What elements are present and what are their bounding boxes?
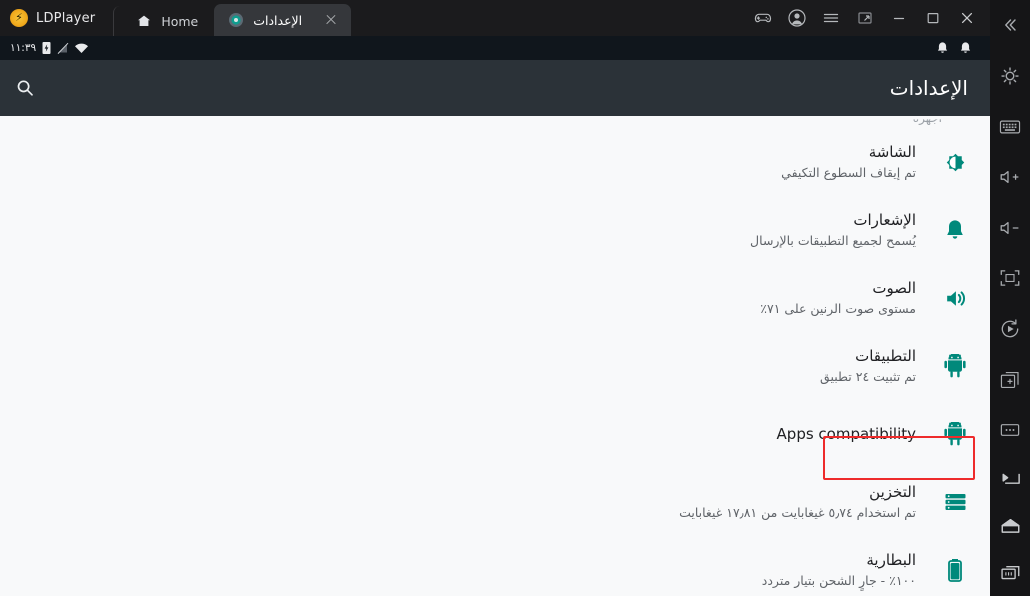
settings-list[interactable]: أجهزة الشاشة تم إيقاف السطوع التكيفي الإ… bbox=[0, 116, 990, 596]
collapse-icon[interactable] bbox=[990, 0, 1030, 51]
bell-icon bbox=[959, 41, 972, 55]
settings-row-battery[interactable]: البطارية ١٠٠٪ - جارٍ الشحن بتيار متردد bbox=[0, 536, 990, 596]
settings-row-apps-compatibility[interactable]: Apps compatibility bbox=[0, 400, 990, 468]
settings-row-title: الشاشة bbox=[868, 143, 916, 161]
settings-row-subtitle: تم تثبيت ٢٤ تطبيق bbox=[820, 369, 916, 384]
window-controls bbox=[746, 0, 990, 36]
settings-row-texts: البطارية ١٠٠٪ - جارٍ الشحن بتيار متردد bbox=[22, 550, 916, 590]
account-icon[interactable] bbox=[780, 0, 814, 36]
multi-window-icon[interactable] bbox=[848, 0, 882, 36]
ldplayer-logo-icon bbox=[10, 9, 28, 27]
brand: LDPlayer bbox=[0, 0, 109, 36]
settings-row-title: Apps compatibility bbox=[776, 425, 916, 443]
home-icon bbox=[136, 13, 152, 29]
settings-row-notifications[interactable]: الإشعارات يُسمح لجميع التطبيقات بالإرسال bbox=[0, 196, 990, 264]
settings-app-header: الإعدادات bbox=[0, 60, 990, 116]
settings-row-subtitle: ١٠٠٪ - جارٍ الشحن بتيار متردد bbox=[761, 573, 916, 588]
fullscreen-icon[interactable] bbox=[990, 253, 1030, 304]
settings-row-title: الإشعارات bbox=[853, 211, 916, 229]
cut-off-label: أجهزة bbox=[912, 116, 942, 125]
settings-gear-icon bbox=[228, 12, 244, 28]
brightness-icon bbox=[942, 149, 968, 175]
status-time: ١١:٣٩ bbox=[10, 42, 37, 54]
brand-name: LDPlayer bbox=[36, 10, 96, 26]
battery-charging-icon bbox=[41, 41, 52, 55]
settings-row-texts: التخزين تم استخدام ٥٫٧٤ غيغابايت من ١٧٫٨… bbox=[22, 482, 916, 522]
tab-home[interactable]: Home bbox=[113, 6, 210, 36]
home-icon[interactable] bbox=[990, 502, 1030, 549]
volume-icon bbox=[942, 285, 968, 311]
close-icon[interactable] bbox=[950, 0, 984, 36]
recents-icon[interactable] bbox=[990, 549, 1030, 596]
tab-strip: Home الإعدادات bbox=[109, 0, 352, 36]
settings-row-texts: الصوت مستوى صوت الرنين على ٧١٪ bbox=[22, 278, 916, 318]
volume-down-icon[interactable] bbox=[990, 202, 1030, 253]
maximize-icon[interactable] bbox=[916, 0, 950, 36]
more-icon[interactable] bbox=[990, 405, 1030, 456]
rotate-icon[interactable] bbox=[990, 304, 1030, 355]
settings-row-title: البطارية bbox=[866, 551, 916, 569]
menu-icon[interactable] bbox=[814, 0, 848, 36]
volume-up-icon[interactable] bbox=[990, 152, 1030, 203]
settings-row-subtitle: تم إيقاف السطوع التكيفي bbox=[781, 165, 916, 180]
settings-row-texts: الإشعارات يُسمح لجميع التطبيقات بالإرسال bbox=[22, 210, 916, 250]
battery-icon bbox=[942, 557, 968, 583]
android-icon bbox=[942, 421, 968, 447]
back-icon[interactable] bbox=[990, 455, 1030, 502]
wifi-icon bbox=[74, 41, 89, 55]
settings-row-subtitle: يُسمح لجميع التطبيقات بالإرسال bbox=[750, 233, 916, 248]
android-icon bbox=[942, 353, 968, 379]
settings-row-subtitle: مستوى صوت الرنين على ٧١٪ bbox=[760, 301, 916, 316]
minimize-icon[interactable] bbox=[882, 0, 916, 36]
settings-row-storage[interactable]: التخزين تم استخدام ٥٫٧٤ غيغابايت من ١٧٫٨… bbox=[0, 468, 990, 536]
settings-row-texts: Apps compatibility bbox=[22, 424, 916, 444]
tab-settings[interactable]: الإعدادات bbox=[214, 4, 352, 36]
tab-settings-label: الإعدادات bbox=[253, 12, 303, 28]
settings-row-title: التطبيقات bbox=[855, 347, 916, 365]
bell-icon bbox=[936, 41, 949, 55]
android-screen: ١١:٣٩ الإعدادات أجهزة الشاشة تم إيقاف ال… bbox=[0, 36, 990, 596]
search-icon[interactable] bbox=[14, 77, 36, 99]
settings-row-display[interactable]: الشاشة تم إيقاف السطوع التكيفي bbox=[0, 128, 990, 196]
settings-row-texts: الشاشة تم إيقاف السطوع التكيفي bbox=[22, 142, 916, 182]
status-right bbox=[936, 41, 980, 55]
settings-row-apps[interactable]: التطبيقات تم تثبيت ٢٤ تطبيق bbox=[0, 332, 990, 400]
settings-row-subtitle: تم استخدام ٥٫٧٤ غيغابايت من ١٧٫٨١ غيغابا… bbox=[679, 505, 916, 520]
status-left: ١١:٣٩ bbox=[10, 41, 89, 55]
settings-row-title: الصوت bbox=[872, 279, 916, 297]
settings-row-sound[interactable]: الصوت مستوى صوت الرنين على ٧١٪ bbox=[0, 264, 990, 332]
gear-icon[interactable] bbox=[990, 51, 1030, 102]
gamepad-icon[interactable] bbox=[746, 0, 780, 36]
android-status-bar: ١١:٣٩ bbox=[0, 36, 990, 60]
cut-off-row: أجهزة bbox=[0, 116, 990, 128]
keyboard-icon[interactable] bbox=[990, 101, 1030, 152]
signal-off-icon bbox=[57, 41, 69, 55]
settings-row-title: التخزين bbox=[869, 483, 916, 501]
bell-icon bbox=[942, 217, 968, 243]
close-icon[interactable] bbox=[323, 12, 339, 28]
settings-row-texts: التطبيقات تم تثبيت ٢٤ تطبيق bbox=[22, 346, 916, 386]
storage-icon bbox=[942, 489, 968, 515]
title-bar: LDPlayer Home الإعدادات bbox=[0, 0, 990, 36]
tab-home-label: Home bbox=[161, 13, 199, 29]
page-title: الإعدادات bbox=[889, 76, 968, 100]
ldplayer-window: LDPlayer Home الإعدادات bbox=[0, 0, 1030, 596]
screenshot-icon[interactable] bbox=[990, 354, 1030, 405]
emulator-sidebar bbox=[990, 0, 1030, 596]
